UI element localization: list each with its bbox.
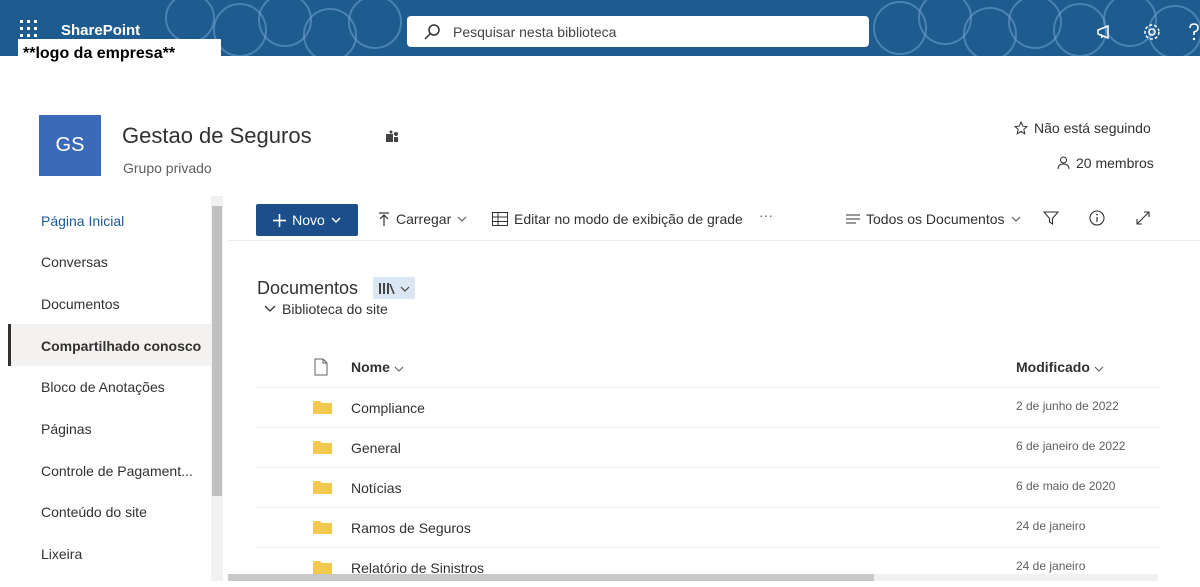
nav-scrollbar-thumb[interactable]	[212, 206, 222, 496]
expand-icon[interactable]	[1135, 210, 1151, 226]
chevron-down-icon	[331, 217, 341, 223]
chevron-down-icon	[1011, 216, 1020, 222]
row-name[interactable]: Compliance	[351, 400, 425, 416]
grid-edit-button[interactable]: Editar no modo de exibição de grade	[492, 211, 743, 227]
grid-edit-label: Editar no modo de exibição de grade	[514, 211, 743, 227]
teams-icon[interactable]	[385, 130, 399, 144]
table-row[interactable]: Notícias 6 de maio de 2020	[256, 467, 1160, 508]
table-row[interactable]: Compliance 2 de junho de 2022	[256, 387, 1160, 428]
left-navigation: Página Inicial Conversas Documentos Comp…	[0, 196, 228, 581]
command-bar: Novo Carregar Editar no modo de exibição…	[228, 196, 1200, 241]
library-subtitle: Biblioteca do site	[282, 301, 388, 317]
nav-item-home[interactable]: Página Inicial	[41, 213, 124, 229]
table-row[interactable]: General 6 de janeiro de 2022	[256, 427, 1160, 468]
app-name[interactable]: SharePoint	[61, 22, 140, 39]
horizontal-scrollbar-thumb[interactable]	[228, 574, 874, 581]
nav-scrollbar[interactable]	[211, 196, 223, 581]
row-modified: 24 de janeiro	[1016, 559, 1086, 573]
site-subtitle: Grupo privado	[123, 160, 212, 176]
new-button[interactable]: Novo	[256, 204, 358, 236]
follow-button[interactable]: Não está seguindo	[1014, 120, 1151, 136]
site-logo[interactable]: GS	[39, 115, 101, 176]
members-label: 20 membros	[1076, 155, 1154, 171]
column-modified-label: Modificado	[1016, 359, 1090, 375]
table-row[interactable]: Relatório de Sinistros 24 de janeiro	[256, 547, 1160, 587]
app-launcher-icon[interactable]	[18, 18, 40, 40]
folder-icon	[313, 561, 332, 574]
gear-icon[interactable]	[1142, 22, 1162, 42]
info-icon[interactable]	[1089, 210, 1105, 226]
folder-icon	[313, 521, 332, 534]
more-button[interactable]: ···	[759, 207, 773, 223]
row-name[interactable]: Notícias	[351, 480, 402, 496]
row-name[interactable]: General	[351, 440, 401, 456]
person-icon	[1057, 156, 1070, 170]
library-title: Documentos	[257, 278, 359, 298]
row-modified: 24 de janeiro	[1016, 519, 1086, 533]
chevron-down-icon	[394, 366, 404, 372]
view-selector[interactable]: Todos os Documentos	[846, 211, 1021, 227]
members-button[interactable]: 20 membros	[1057, 155, 1154, 171]
upload-label: Carregar	[396, 211, 452, 227]
upload-icon	[379, 212, 389, 226]
follow-label: Não está seguindo	[1034, 120, 1151, 136]
chevron-down-icon	[1094, 366, 1104, 372]
grid-icon	[492, 212, 508, 226]
row-modified: 6 de maio de 2020	[1016, 479, 1116, 493]
table-header: Nome Modificado	[256, 345, 1160, 388]
row-name[interactable]: Ramos de Seguros	[351, 520, 471, 536]
search-box[interactable]	[407, 16, 869, 47]
view-label: Todos os Documentos	[866, 211, 1005, 227]
folder-icon	[313, 441, 332, 454]
folder-icon	[313, 401, 332, 414]
folder-icon	[313, 481, 332, 494]
library-icon	[379, 283, 395, 294]
table-row[interactable]: Ramos de Seguros 24 de janeiro	[256, 507, 1160, 548]
search-icon	[424, 23, 440, 40]
nav-active-indicator	[8, 324, 11, 366]
column-header-name[interactable]: Nome	[351, 359, 404, 375]
library-group-toggle[interactable]: Biblioteca do site	[264, 301, 388, 317]
star-icon	[1014, 121, 1028, 135]
filter-icon[interactable]	[1043, 210, 1059, 226]
chevron-down-icon	[457, 216, 467, 222]
file-type-icon[interactable]	[314, 358, 328, 376]
megaphone-icon[interactable]	[1095, 22, 1115, 42]
row-modified: 6 de janeiro de 2022	[1016, 439, 1126, 453]
nav-item-shared-with-us[interactable]: Compartilhado conosco	[41, 338, 201, 354]
site-header: GS Gestao de Seguros Grupo privado Não e…	[0, 96, 1200, 192]
library-view-switcher[interactable]	[373, 277, 415, 299]
chevron-down-icon	[400, 286, 410, 292]
new-button-label: Novo	[292, 212, 325, 228]
nav-item-payment-control[interactable]: Controle de Pagament...	[41, 463, 193, 479]
nav-item-pages[interactable]: Páginas	[41, 421, 92, 437]
nav-item-site-contents[interactable]: Conteúdo do site	[41, 504, 147, 520]
column-name-label: Nome	[351, 359, 390, 375]
nav-item-conversations[interactable]: Conversas	[41, 254, 108, 270]
view-list-icon	[846, 214, 860, 224]
company-logo: **logo da empresa**	[18, 39, 221, 69]
plus-icon	[273, 213, 287, 227]
column-header-modified[interactable]: Modificado	[1016, 359, 1104, 375]
nav-item-recycle-bin[interactable]: Lixeira	[41, 546, 82, 562]
nav-item-documents[interactable]: Documentos	[41, 296, 120, 312]
chevron-down-icon	[264, 305, 276, 312]
site-title[interactable]: Gestao de Seguros	[122, 123, 312, 149]
nav-item-notebook[interactable]: Bloco de Anotações	[41, 379, 165, 395]
upload-button[interactable]: Carregar	[378, 211, 467, 227]
row-modified: 2 de junho de 2022	[1016, 399, 1119, 413]
horizontal-scrollbar[interactable]	[228, 574, 1158, 581]
search-input[interactable]	[451, 22, 855, 41]
help-icon[interactable]	[1184, 22, 1200, 42]
